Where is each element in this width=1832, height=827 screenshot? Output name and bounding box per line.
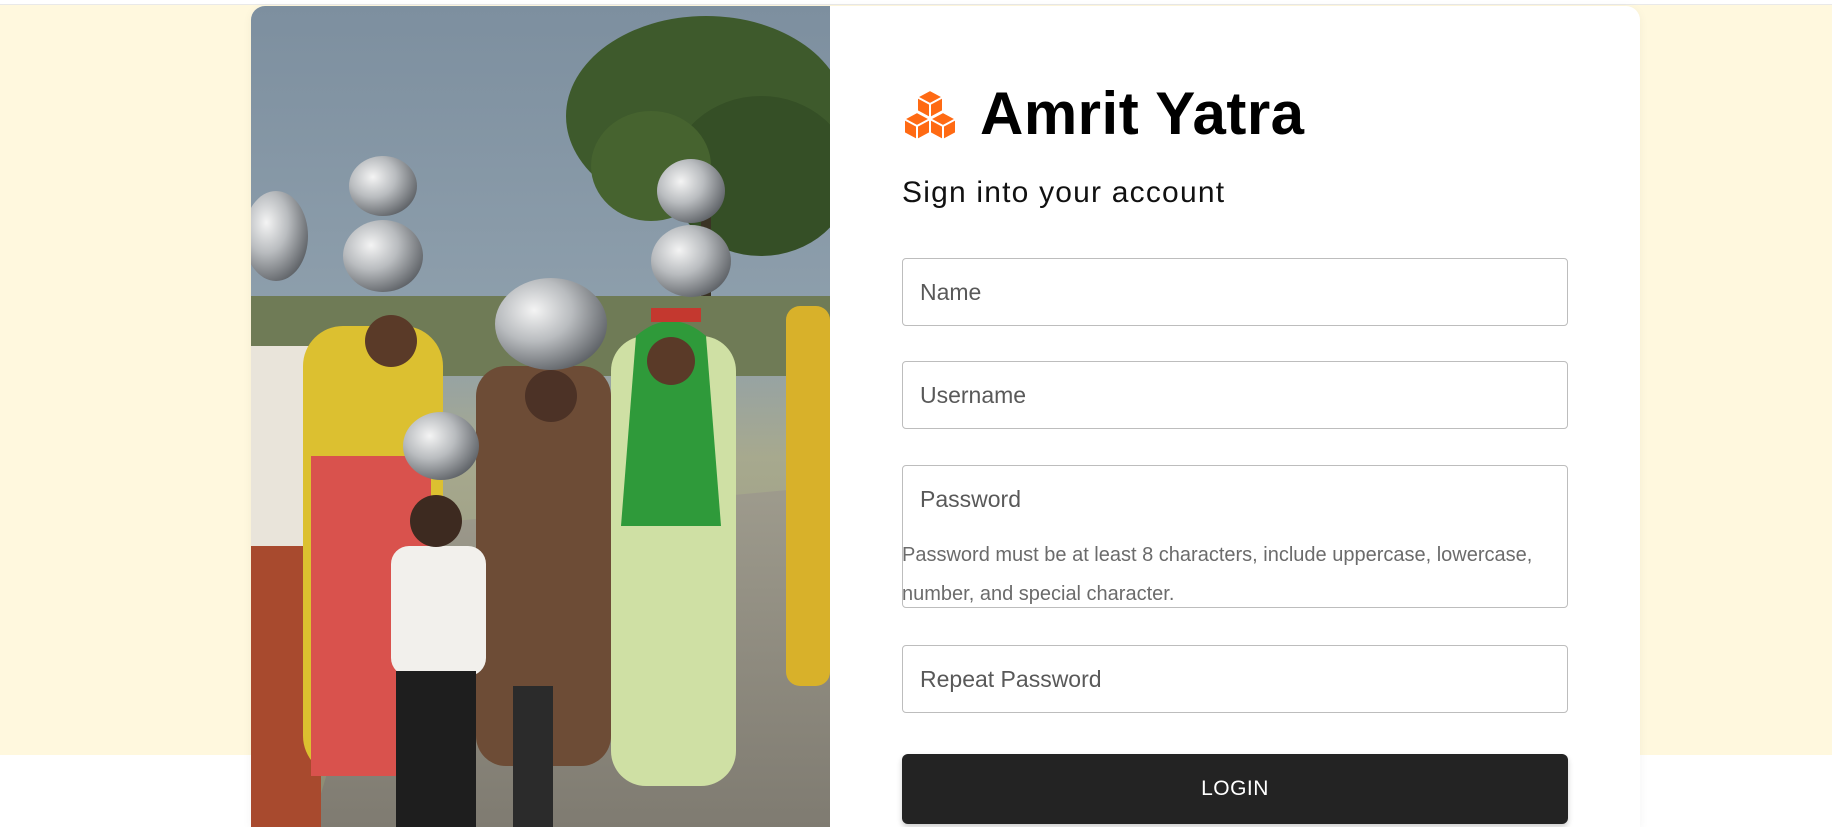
password-hint: Password must be at least 8 characters, … bbox=[902, 544, 1533, 605]
hero-photo bbox=[251, 6, 830, 827]
form-title: Sign into your account bbox=[902, 176, 1226, 209]
password-input[interactable] bbox=[903, 466, 1567, 532]
login-button[interactable]: LOGIN bbox=[902, 754, 1568, 824]
brand-header: Amrit Yatra bbox=[902, 78, 1305, 150]
name-field[interactable] bbox=[902, 258, 1568, 326]
login-card: Amrit Yatra Sign into your account Passw… bbox=[251, 6, 1640, 827]
username-field[interactable] bbox=[902, 361, 1568, 429]
username-input[interactable] bbox=[903, 362, 1567, 428]
password-field[interactable]: Password must be at least 8 characters, … bbox=[902, 465, 1568, 608]
repeat-password-field[interactable] bbox=[902, 645, 1568, 713]
repeat-password-input[interactable] bbox=[903, 646, 1567, 712]
login-form: Amrit Yatra Sign into your account Passw… bbox=[830, 6, 1640, 827]
brand-name: Amrit Yatra bbox=[980, 80, 1305, 147]
cubes-icon bbox=[903, 89, 957, 140]
name-input[interactable] bbox=[903, 259, 1567, 325]
